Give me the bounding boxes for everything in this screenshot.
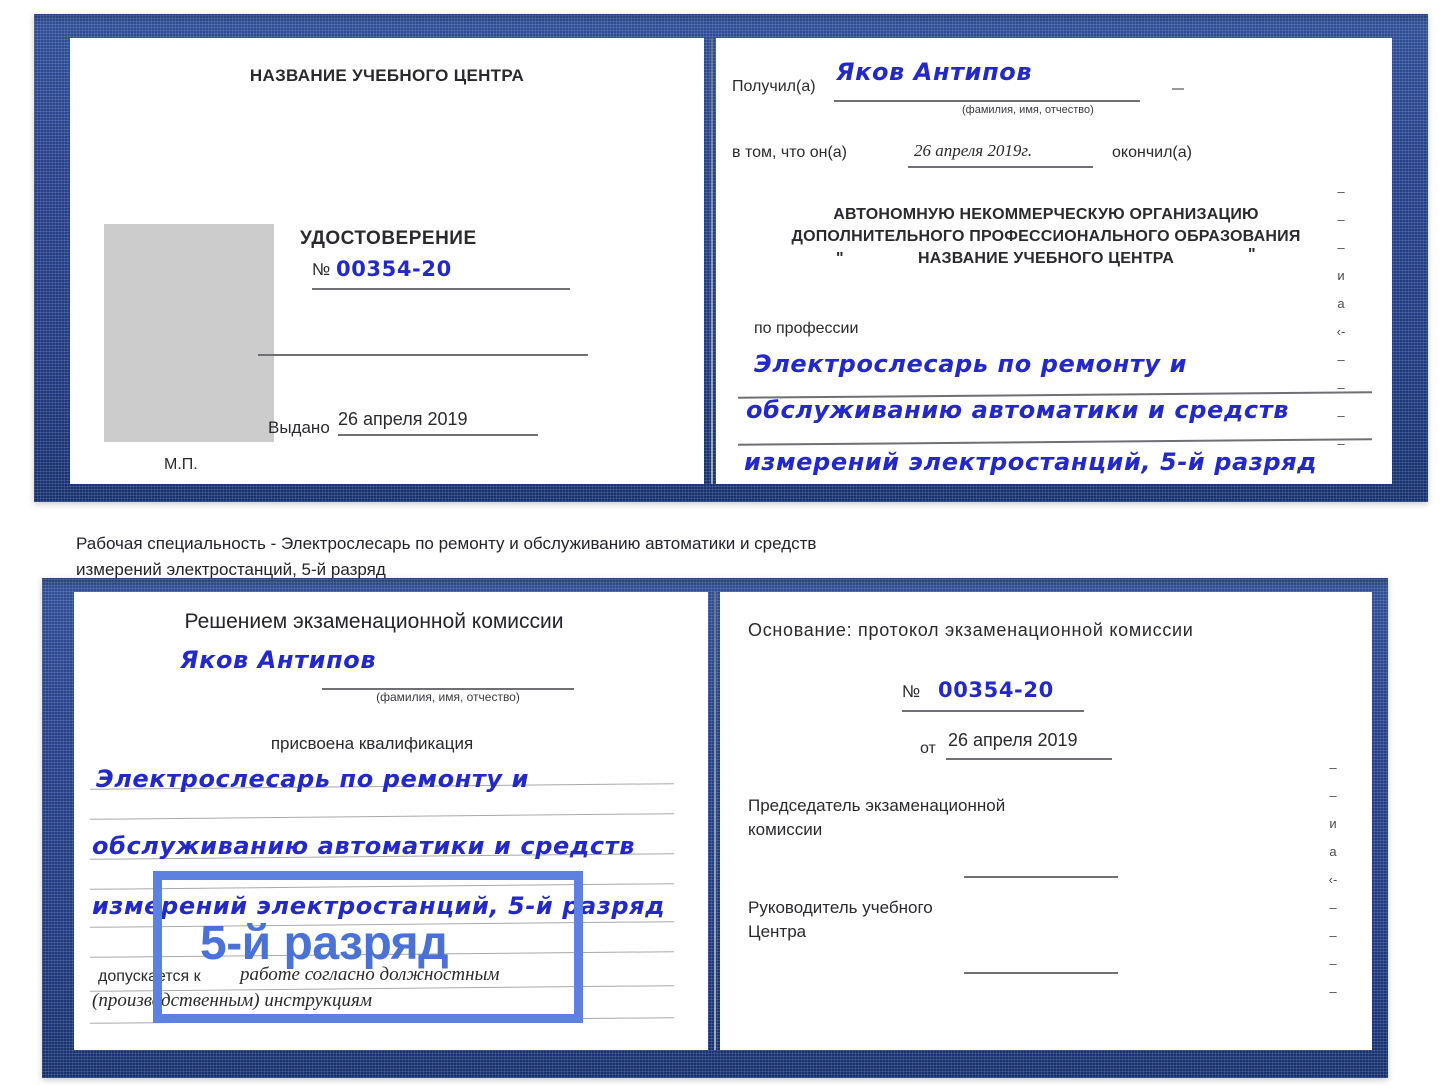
bottom-document-right-page: Основание: протокол экзаменационной коми… xyxy=(720,592,1372,1050)
caption-line-1: Рабочая специальность - Электрослесарь п… xyxy=(76,534,817,553)
profession-label: по профессии xyxy=(754,320,859,337)
protocol-number-rule xyxy=(902,710,1084,712)
org-quote-close: " xyxy=(1248,246,1256,263)
chairman-line-1: Председатель экзаменационной xyxy=(748,796,1006,815)
fio-hint-top: (фамилия, имя, отчество) xyxy=(962,104,1094,116)
issued-label: Выдано xyxy=(268,418,330,437)
chairman-line-2: комиссии xyxy=(748,820,823,839)
from-value: 26 апреля 2019 xyxy=(948,730,1078,750)
top-book-spine-fold xyxy=(711,38,713,484)
head-line-1: Руководитель учебного xyxy=(748,898,933,917)
certificate-number-rule xyxy=(312,288,570,290)
that-he-label: в том, что он(а) xyxy=(732,144,847,161)
qualification-line-1: Электрослесарь по ремонту и xyxy=(96,765,530,793)
basis-label: Основание: протокол экзаменационной коми… xyxy=(748,620,1194,640)
profession-line-2: обслуживанию автоматики и средств xyxy=(746,396,1290,424)
certificate-number-value: 00354-20 xyxy=(336,257,452,281)
finished-label: окончил(а) xyxy=(1112,144,1192,161)
blank-rule xyxy=(258,354,588,356)
profession-rule-2 xyxy=(738,438,1372,446)
caption-block: Рабочая специальность - Электрослесарь п… xyxy=(76,531,1086,583)
certificate-number-symbol: № xyxy=(312,260,331,279)
top-document-left-page: НАЗВАНИЕ УЧЕБНОГО ЦЕНТРА УДОСТОВЕРЕНИЕ №… xyxy=(70,38,704,484)
seal-label: М.П. xyxy=(164,456,198,473)
protocol-number-value: 00354-20 xyxy=(938,678,1054,702)
org-line-1: АВТОНОМНУЮ НЕКОММЕРЧЕСКУЮ ОРГАНИЗАЦИЮ xyxy=(833,206,1259,223)
completion-date-value: 26 апреля 2019г. xyxy=(914,141,1033,160)
edge-bleed-top: – – – и а ‹- – – – – xyxy=(1336,184,1346,451)
from-label: от xyxy=(920,740,936,757)
fio-hint-bottom: (фамилия, имя, отчество) xyxy=(376,690,520,704)
certificate-title: УДОСТОВЕРЕНИЕ xyxy=(300,228,477,249)
edge-bleed-bottom: – – и а ‹- – – – – xyxy=(1328,760,1338,999)
org-line-2: ДОПОЛНИТЕЛЬНОГО ПРОФЕССИОНАЛЬНОГО ОБРАЗО… xyxy=(791,228,1301,245)
highlight-label-annotation: 5-й разряд xyxy=(200,917,449,970)
issued-value: 26 апреля 2019 xyxy=(338,409,468,429)
top-document-right-page: Получил(а) Яков Антипов (фамилия, имя, о… xyxy=(716,38,1392,484)
ruled-line-2 xyxy=(90,813,674,820)
bottom-name-value: Яков Антипов xyxy=(180,646,377,674)
bottom-book-spine-fold xyxy=(714,592,716,1050)
photo-placeholder xyxy=(104,224,274,442)
book-top-shade xyxy=(34,14,1428,24)
completion-date-rule xyxy=(908,166,1093,168)
profession-line-3: измерений электростанций, 5-й разряд xyxy=(744,448,1318,476)
received-value: Яков Антипов xyxy=(836,58,1033,86)
issued-rule xyxy=(338,434,538,436)
left-page-header: НАЗВАНИЕ УЧЕБНОГО ЦЕНТРА xyxy=(249,66,525,85)
received-label: Получил(а) xyxy=(732,78,816,95)
received-rule xyxy=(834,100,1140,102)
from-rule xyxy=(946,758,1112,760)
qualification-line-2: обслуживанию автоматики и средств xyxy=(92,832,636,860)
head-signature-rule xyxy=(964,972,1118,974)
received-rule-tail xyxy=(1172,88,1184,90)
head-line-2: Центра xyxy=(748,922,807,941)
qualification-label: присвоена квалификация xyxy=(270,734,474,753)
profession-line-1: Электрослесарь по ремонту и xyxy=(754,350,1188,378)
bottom-book-top-shade xyxy=(42,578,1388,588)
chairman-signature-rule xyxy=(964,876,1118,878)
protocol-number-symbol: № xyxy=(902,682,921,701)
bottom-left-header: Решением экзаменационной комиссии xyxy=(184,610,564,633)
org-line-3: НАЗВАНИЕ УЧЕБНОГО ЦЕНТРА xyxy=(917,250,1175,267)
